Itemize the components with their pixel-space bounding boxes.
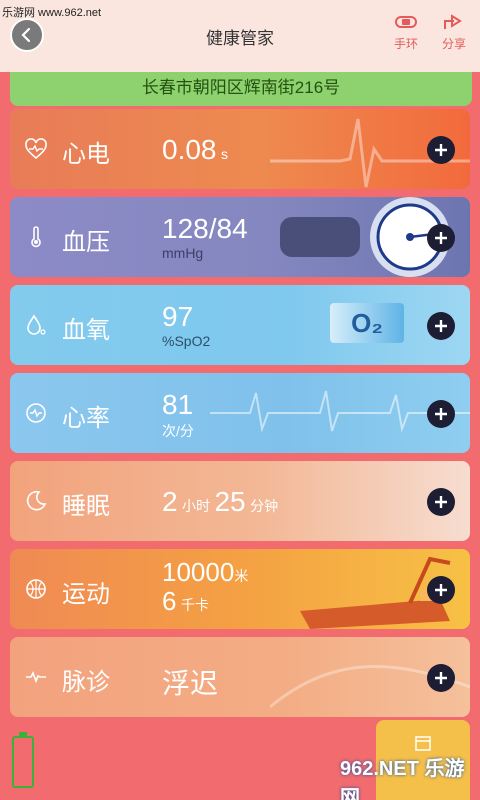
card-name: 心电 [62, 141, 110, 168]
card-heart-rate[interactable]: 心率 81 次/分 [10, 373, 470, 453]
calories-value: 6 [162, 586, 177, 616]
brand-watermark: 962.NET 乐游网 [340, 758, 465, 800]
bp-unit: mmHg [162, 245, 204, 261]
plus-icon [435, 584, 447, 596]
ecg-value: 0.08 [162, 134, 217, 165]
card-blood-pressure[interactable]: 血压 128/84 mmHg [10, 197, 470, 277]
add-button[interactable] [427, 488, 455, 516]
card-pulse-diagnosis[interactable]: 脉诊 浮迟 [10, 637, 470, 717]
moon-icon [26, 490, 47, 511]
add-button[interactable] [427, 576, 455, 604]
distance-unit: 米 [234, 568, 249, 584]
add-button[interactable] [427, 312, 455, 340]
card-name: 脉诊 [62, 669, 110, 696]
distance-value: 10000 [162, 557, 235, 587]
bp-value: 128/84 [162, 213, 248, 244]
sleep-hours-unit: 小时 [182, 498, 211, 514]
calendar-icon [415, 736, 431, 751]
card-blood-oxygen[interactable]: O₂ 血氧 97 %SpO2 [10, 285, 470, 365]
plus-icon [435, 408, 447, 420]
pulse-diagnosis-value: 浮迟 [162, 668, 219, 699]
basketball-icon [26, 579, 46, 599]
droplet-icon [27, 314, 46, 335]
band-label: 手环 [393, 37, 418, 51]
sleep-hours: 2 [162, 486, 178, 517]
plus-icon [435, 232, 447, 244]
plus-icon [435, 672, 447, 684]
card-name: 运动 [62, 581, 110, 608]
heart-rate-unit: 次/分 [162, 423, 194, 439]
heart-ecg-icon [25, 138, 47, 160]
battery-icon [12, 732, 34, 788]
add-button[interactable] [427, 224, 455, 252]
plus-icon [435, 320, 447, 332]
pulse-line-icon [26, 671, 46, 684]
watermark-text: 乐游网 www.962.net [2, 7, 102, 19]
share-icon [444, 14, 462, 29]
sleep-minutes: 25 [214, 486, 246, 517]
heart-rate-value: 81 [162, 389, 194, 420]
spo2-value: 97 [162, 301, 194, 332]
address-bar: 长春市朝阳区辉南街216号 [10, 72, 472, 106]
card-name: 睡眠 [62, 493, 110, 520]
card-exercise[interactable]: 运动 10000米 6 千卡 [10, 549, 470, 629]
card-name: 心率 [62, 405, 110, 432]
spo2-unit: %SpO2 [162, 333, 211, 349]
card-name: 血氧 [62, 317, 110, 344]
sleep-minutes-unit: 分钟 [250, 498, 279, 514]
thermometer-icon [31, 226, 41, 248]
ecg-unit: s [220, 146, 228, 162]
share-button[interactable]: 分享 [434, 12, 474, 52]
add-button[interactable] [427, 400, 455, 428]
calories-unit: 千卡 [180, 597, 209, 613]
card-ecg[interactable]: 心电 0.08 s [10, 109, 470, 189]
plus-icon [435, 496, 447, 508]
add-button[interactable] [427, 136, 455, 164]
band-button[interactable]: 手环 [386, 12, 426, 52]
card-sleep[interactable]: 睡眠 2 小时 25 分钟 [10, 461, 470, 541]
share-label: 分享 [441, 37, 466, 51]
plus-icon [435, 144, 447, 156]
pulse-icon [26, 403, 46, 423]
add-button[interactable] [427, 664, 455, 692]
wristband-icon [395, 16, 417, 28]
card-name: 血压 [62, 229, 110, 256]
o2-badge: O₂ [330, 303, 404, 343]
